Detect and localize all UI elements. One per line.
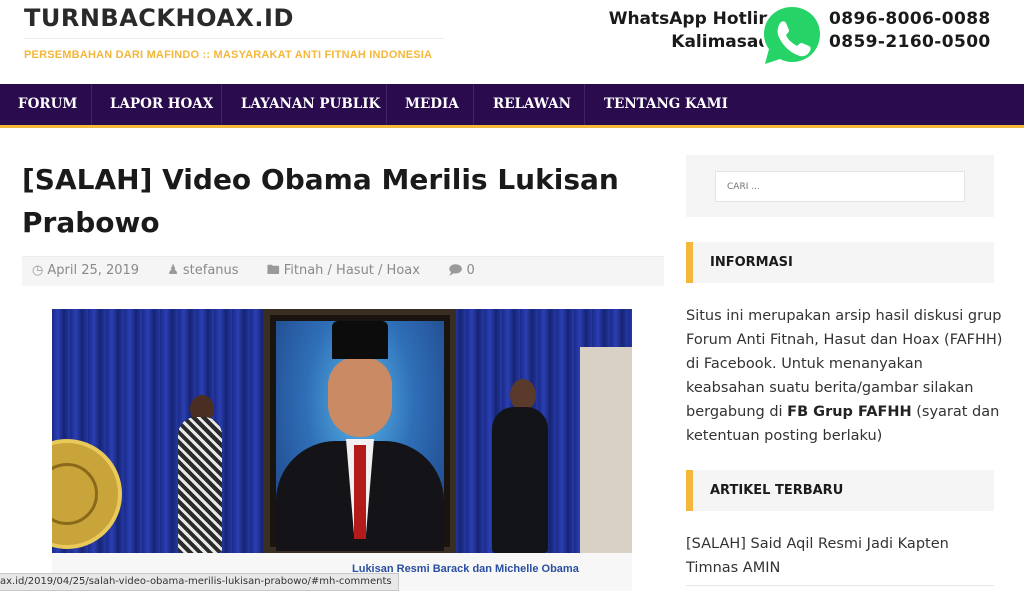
nav-item-relawan[interactable]: RELAWAN: [493, 84, 571, 125]
tagline-divider: [24, 38, 444, 39]
portrait: [276, 321, 444, 551]
comment-icon: 🗩: [448, 263, 463, 278]
meta-author-text: stefanus: [182, 263, 239, 278]
meta-date-text: April 25, 2019: [47, 263, 140, 278]
article-title-line-2: Prabowo: [22, 206, 160, 239]
person-left: [178, 417, 222, 553]
recent-divider: [686, 585, 994, 586]
clock-icon: ◷: [32, 263, 44, 278]
seal-inner-ring: [52, 463, 98, 525]
meta-category[interactable]: 🖿 Fitnah / Hasut / Hoax: [267, 263, 432, 278]
nav-divider: [386, 84, 387, 125]
article-title: [SALAH] Video Obama Merilis Lukisan Prab…: [22, 158, 642, 244]
featured-image[interactable]: [52, 309, 632, 553]
covered-easel: [580, 347, 632, 553]
portrait-peci: [332, 321, 388, 359]
portrait-frame: [264, 309, 456, 553]
info-text: Situs ini merupakan arsip hasil diskusi …: [686, 304, 1006, 448]
widget-heading-artikel-terbaru: ARTIKEL TERBARU: [686, 470, 994, 511]
nav-divider: [91, 84, 92, 125]
user-icon: ♟: [167, 263, 179, 278]
nav-divider: [221, 84, 222, 125]
status-bar-url: ax.id/2019/04/25/salah-video-obama-meril…: [0, 573, 399, 591]
meta-date[interactable]: ◷ April 25, 2019: [32, 263, 151, 278]
site-tagline: PERSEMBAHAN DARI MAFINDO :: MASYARAKAT A…: [24, 49, 433, 61]
folder-icon: 🖿: [266, 263, 280, 278]
meta-comments-count: 0: [466, 263, 475, 278]
person-right: [492, 407, 548, 553]
hotline-number-whatsapp[interactable]: 0896-8006-0088: [829, 8, 991, 31]
nav-item-forum[interactable]: FORUM: [18, 84, 77, 125]
meta-comments[interactable]: 🗩 0: [448, 263, 487, 278]
hotline-number-kalimasada[interactable]: 0859-2160-0500: [829, 31, 991, 54]
nav-item-layanan-publik[interactable]: LAYANAN PUBLIK: [241, 84, 380, 125]
fb-group-link[interactable]: FB Grup FAFHH: [787, 404, 911, 420]
article-title-line-1: [SALAH] Video Obama Merilis Lukisan: [22, 163, 619, 196]
meta-author[interactable]: ♟ stefanus: [167, 263, 250, 278]
portrait-face: [328, 357, 392, 437]
site-header: TURNBACKHOAX.ID PERSEMBAHAN DARI MAFINDO…: [0, 0, 1024, 84]
recent-article-link[interactable]: [SALAH] Said Aqil Resmi Jadi Kapten Timn…: [686, 532, 986, 580]
meta-category-text: Fitnah / Hasut / Hoax: [283, 263, 420, 278]
nav-accent-bar: [0, 125, 1024, 128]
nav-item-media[interactable]: MEDIA: [405, 84, 459, 125]
search-input[interactable]: [715, 171, 965, 202]
nav-item-tentang-kami[interactable]: TENTANG KAMI: [604, 84, 728, 125]
nav-item-lapor-hoax[interactable]: LAPOR HOAX: [110, 84, 213, 125]
widget-heading-informasi: INFORMASI: [686, 242, 994, 283]
nav-divider: [584, 84, 585, 125]
nav-divider: [473, 84, 474, 125]
whatsapp-icon[interactable]: [756, 0, 828, 72]
main-nav: FORUM LAPOR HOAX LAYANAN PUBLIK MEDIA RE…: [0, 84, 1024, 125]
article-meta: ◷ April 25, 2019 ♟ stefanus 🖿 Fitnah / Hasu…: [22, 256, 664, 286]
portrait-tie: [354, 445, 366, 539]
hotline-numbers: 0896-8006-0088 0859-2160-0500: [829, 8, 991, 54]
site-title[interactable]: TURNBACKHOAX.ID: [24, 4, 294, 32]
